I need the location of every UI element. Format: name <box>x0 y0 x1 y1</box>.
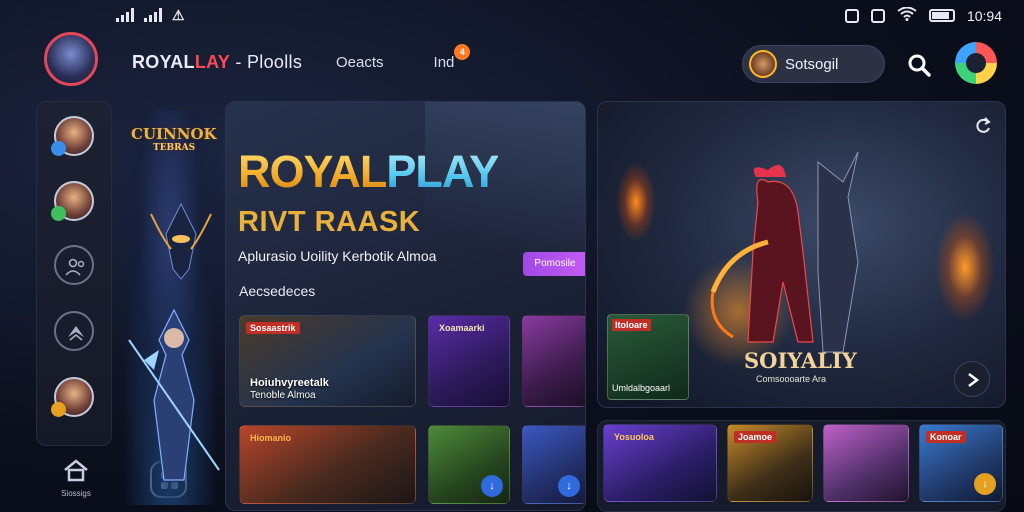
thumb-caption: Hoiuhvyreetalk Tenoble Almoa <box>250 377 329 402</box>
signal-icon <box>116 8 134 22</box>
status-clock: 10:94 <box>966 7 1002 24</box>
status-bar: ⚠ 10:94 <box>0 0 1024 30</box>
refresh-button[interactable] <box>973 116 993 136</box>
brand-prefix: ROYAL <box>132 52 195 72</box>
brand-rest: - Ploolls <box>230 52 303 72</box>
nav-badge: 4 <box>454 44 471 60</box>
game-logo: CUINNOK TEBRAS <box>131 127 217 155</box>
featured-subhead: RIVT RAASK <box>238 206 421 238</box>
left-sidebar <box>36 101 112 446</box>
download-icon[interactable]: ↓ <box>558 475 580 497</box>
search-button[interactable] <box>906 52 932 78</box>
screenshot-icon <box>870 8 885 23</box>
thumb-tag: Joamoe <box>734 431 777 443</box>
torch-fire <box>935 212 995 322</box>
hero-banner[interactable]: Itoloare Umldalbgoaarl SOIYALIY Comsoooa… <box>597 101 1006 408</box>
mini-card-caption: Umldalbgoaarl <box>612 383 671 393</box>
warriors-art <box>710 151 859 353</box>
game-logo-line2: TEBRAS <box>153 143 196 153</box>
home-label: Siossigs <box>61 489 91 498</box>
top-header: ROYALLAY - Ploolls Oeacts Ind 4 Sotsogil <box>0 30 1024 94</box>
thumb-tag: Xoamaarki <box>439 323 485 333</box>
guild-icon <box>68 326 84 341</box>
brand-title[interactable]: ROYALLAY - Ploolls <box>132 52 302 73</box>
thumb-caption-line1: Hoiuhvyreetalk <box>250 377 329 389</box>
section-label: Aecsedeces <box>239 283 316 299</box>
game-thumb-6[interactable]: ↓ <box>522 425 585 504</box>
game-thumb-2[interactable]: Xoamaarki <box>428 315 510 407</box>
featured-tagline: Aplurasio Uoility Kerbotik Almoa <box>238 248 437 264</box>
bottom-game-row: Yosuoloa Joamoe Konoar ↓ <box>597 420 1006 512</box>
nav-item-oeacts[interactable]: Oeacts <box>336 54 384 71</box>
bottom-thumb-3[interactable] <box>823 424 909 502</box>
game-thumb-5[interactable]: ↓ <box>428 425 510 504</box>
demon-mask-art <box>150 202 212 280</box>
headline-part1: ROYAL <box>238 146 387 197</box>
thumb-tag: Yosuoloa <box>614 432 654 442</box>
download-icon[interactable]: ↓ <box>481 475 503 497</box>
top-nav: Oeacts Ind 4 <box>336 44 471 71</box>
bottom-thumb-1[interactable]: Yosuoloa <box>603 424 717 502</box>
search-icon <box>908 54 931 77</box>
thumb-tag: Konoar <box>926 431 966 443</box>
promo-button[interactable]: Pomosile <box>523 252 585 276</box>
app-logo-icon[interactable] <box>955 42 997 84</box>
battery-icon <box>928 9 955 22</box>
signal-icon-2 <box>144 8 162 22</box>
featured-panel: ROYALPLAY RIVT RAASK Aplurasio Uoility K… <box>225 101 586 511</box>
thumb-caption-line2: Tenoble Almoa <box>250 390 316 401</box>
status-badge <box>51 141 66 156</box>
bottom-thumb-2[interactable]: Joamoe <box>727 424 813 502</box>
profile-avatar[interactable] <box>44 32 98 86</box>
hero-mini-card[interactable]: Itoloare Umldalbgoaarl <box>607 314 689 400</box>
sidebar-avatar-1[interactable] <box>51 116 94 156</box>
chevron-right-icon <box>968 373 980 387</box>
friends-icon <box>65 258 85 276</box>
hero-title: SOIYALIY <box>744 348 857 373</box>
game-thumb-1[interactable]: Sosaastrik Hoiuhvyreetalk Tenoble Almoa <box>239 315 416 407</box>
mini-card-tag: Itoloare <box>612 319 651 331</box>
home-icon <box>64 459 88 482</box>
thumb-tag: Hiomanio <box>250 433 292 443</box>
game-thumb-4[interactable]: Hiomanio <box>239 425 416 504</box>
thumb-tag: Sosaastrik <box>246 322 300 334</box>
user-name: Sotsogil <box>785 55 839 73</box>
headline-part2: PLAY <box>386 146 499 197</box>
heroine-art <box>128 308 220 481</box>
game-thumb-3[interactable] <box>522 315 585 407</box>
status-badge <box>51 206 66 221</box>
sidebar-guild-button[interactable] <box>54 311 94 351</box>
home-button[interactable]: Siossigs <box>56 458 96 498</box>
brand-red: LAY <box>194 52 231 72</box>
sidebar-avatar-3[interactable] <box>51 377 94 417</box>
hero-subtitle: Comsoooarte Ara <box>756 374 827 384</box>
user-avatar <box>749 50 777 78</box>
featured-headline: ROYALPLAY <box>238 146 499 198</box>
next-button[interactable] <box>954 361 990 397</box>
nav-item-ind[interactable]: Ind 4 <box>433 44 471 71</box>
torch-fire <box>616 162 656 242</box>
status-badge <box>51 402 66 417</box>
wifi-icon <box>897 6 917 24</box>
user-account-button[interactable]: Sotsogil <box>742 45 885 83</box>
notification-icon <box>844 8 859 23</box>
warning-icon: ⚠ <box>172 7 185 23</box>
bottom-thumb-4[interactable]: Konoar ↓ <box>919 424 1003 502</box>
sidebar-friends-button[interactable] <box>54 245 94 285</box>
nav-item-ind-label: Ind <box>433 54 455 71</box>
sidebar-avatar-2[interactable] <box>51 181 94 221</box>
download-icon[interactable]: ↓ <box>974 473 996 495</box>
refresh-icon <box>976 117 991 133</box>
